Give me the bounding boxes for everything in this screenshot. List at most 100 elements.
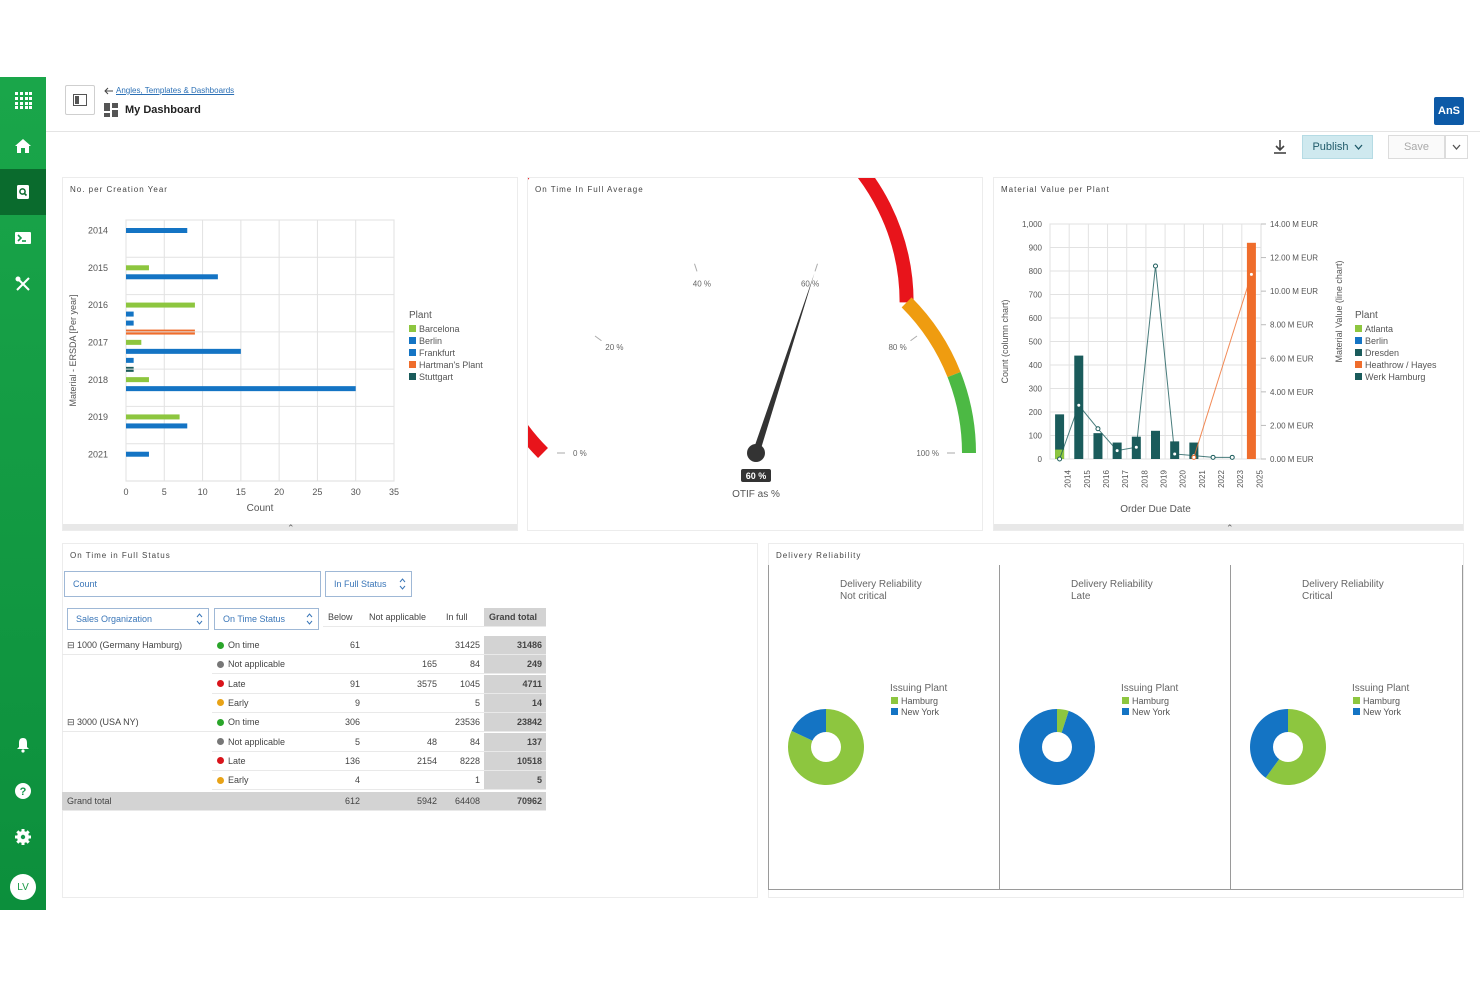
x-tick-label: 2025 bbox=[1255, 470, 1264, 488]
gauge-tick-label: 80 % bbox=[888, 343, 906, 352]
y-tick-label: 300 bbox=[1029, 385, 1043, 394]
tools-icon[interactable] bbox=[0, 261, 46, 307]
x-tick-label: 2016 bbox=[1102, 470, 1111, 488]
value-cell-text: 136 bbox=[344, 755, 360, 766]
collapse-caret-icon[interactable]: ⌃ bbox=[287, 523, 295, 534]
legend-swatch bbox=[409, 361, 416, 368]
gauge-tick bbox=[910, 335, 918, 342]
column-bar bbox=[1151, 430, 1160, 459]
y-tick-label: 200 bbox=[1029, 408, 1043, 417]
data-field-count[interactable]: Count bbox=[64, 571, 321, 597]
value-cell-text: 5 bbox=[536, 775, 542, 786]
publish-button[interactable]: Publish bbox=[1302, 135, 1373, 159]
legend-swatch bbox=[1355, 373, 1362, 380]
gauge-value-label: 60 % bbox=[746, 471, 767, 481]
status-dot-icon bbox=[217, 776, 224, 784]
column-header-text: Below bbox=[328, 612, 353, 622]
x-axis-title: Count bbox=[247, 503, 274, 514]
legend-label: Frankfurt bbox=[419, 348, 456, 358]
row-field-on-time-status[interactable]: On Time Status bbox=[214, 608, 319, 630]
value-cell-text: 10518 bbox=[516, 755, 542, 766]
y2-tick-label: 6.00 M EUR bbox=[1270, 354, 1314, 363]
legend-swatch bbox=[1355, 337, 1362, 344]
column-header-text: Not applicable bbox=[369, 612, 427, 622]
gauge-tick bbox=[694, 263, 698, 272]
grand-total-cell: 64408 bbox=[441, 792, 484, 811]
legend-swatch bbox=[1355, 361, 1362, 368]
bar bbox=[126, 320, 134, 326]
line-point bbox=[1076, 402, 1082, 408]
value-cell bbox=[364, 771, 441, 791]
notifications-bell-icon[interactable] bbox=[0, 722, 46, 768]
y2-tick-label: 8.00 M EUR bbox=[1270, 321, 1314, 330]
legend-title: Plant bbox=[1355, 310, 1378, 321]
status-dot-icon bbox=[217, 680, 224, 688]
status-dot-icon bbox=[217, 738, 224, 745]
sort-arrows-icon bbox=[399, 578, 406, 590]
apps-grid-icon[interactable] bbox=[0, 77, 46, 123]
status-label-text: Not applicable bbox=[228, 659, 286, 670]
legend-title: Issuing Plant bbox=[1121, 683, 1178, 694]
material-value-chart: 0 100 200 300 400 500 600 700 800 900 1,000 0.00 M … bbox=[1000, 220, 1437, 515]
legend-title: Issuing Plant bbox=[1352, 683, 1409, 694]
value-cell-text: 5 bbox=[354, 736, 360, 747]
row-field-sales-org[interactable]: Sales Organization bbox=[67, 608, 209, 630]
breadcrumb[interactable]: Angles, Templates & Dashboards bbox=[104, 86, 234, 95]
status-label-text: Late bbox=[228, 678, 246, 689]
bar bbox=[126, 357, 134, 363]
legend-swatch bbox=[409, 349, 416, 356]
header: Angles, Templates & Dashboards My Dashbo… bbox=[46, 77, 1480, 132]
legend-label: Berlin bbox=[1365, 336, 1388, 346]
legend-swatch bbox=[409, 373, 416, 380]
column-field-in-full-status[interactable]: In Full Status bbox=[325, 571, 412, 597]
sort-arrows-icon bbox=[196, 613, 203, 625]
value-cell: 61 bbox=[323, 636, 364, 655]
terminal-icon[interactable] bbox=[0, 215, 46, 261]
column-header: In full bbox=[441, 608, 484, 627]
x-tick-label: 2019 bbox=[1160, 470, 1169, 488]
panel-otif-average: On Time In Full Average 0 % 20 % 40 % 60 % 8… bbox=[527, 177, 983, 531]
y2-tick-label: 2.00 M EUR bbox=[1270, 421, 1314, 430]
status-dot-icon bbox=[217, 660, 224, 668]
y-axis-title: Material - ERSDA [Per year] bbox=[68, 294, 78, 406]
home-icon[interactable] bbox=[0, 123, 46, 169]
x-tick-label: 2014 bbox=[1064, 470, 1073, 488]
save-options-button[interactable] bbox=[1445, 135, 1468, 159]
chevron-down-icon bbox=[1452, 144, 1461, 150]
settings-gear-icon[interactable] bbox=[0, 814, 46, 860]
legend-swatch bbox=[1122, 697, 1129, 704]
grand-total-cell: 612 bbox=[323, 792, 364, 811]
x-tick-label: 30 bbox=[351, 487, 361, 497]
grand-total-cell: 70962 bbox=[484, 792, 546, 811]
value-cell: 84 bbox=[441, 733, 484, 752]
pie-subtitle: Not critical bbox=[840, 591, 887, 602]
value-cell-text: 4711 bbox=[522, 678, 542, 689]
y2-tick-label: 0.00 M EUR bbox=[1270, 455, 1314, 464]
legend-swatch bbox=[1355, 349, 1362, 356]
panel-toggle-button[interactable] bbox=[65, 85, 95, 115]
pie-title: Delivery Reliability bbox=[840, 579, 922, 590]
status-label: Not applicable bbox=[212, 733, 323, 752]
gauge-tick-label: 100 % bbox=[916, 449, 939, 458]
legend-swatch bbox=[891, 697, 898, 704]
legend-swatch bbox=[409, 337, 416, 344]
y-tick-label: 900 bbox=[1029, 244, 1043, 253]
legend-title: Issuing Plant bbox=[890, 683, 947, 694]
status-label: On time bbox=[212, 713, 323, 733]
gauge-hub bbox=[747, 444, 765, 462]
grand-total-label: Grand total bbox=[62, 792, 323, 811]
bar bbox=[126, 302, 195, 308]
user-avatar[interactable]: LV bbox=[0, 864, 46, 910]
help-icon[interactable]: ? bbox=[0, 768, 46, 814]
y2-tick-label: 10.00 M EUR bbox=[1270, 287, 1318, 296]
collapse-caret-icon[interactable]: ⌃ bbox=[1226, 523, 1234, 534]
save-button[interactable]: Save bbox=[1388, 135, 1445, 159]
breadcrumb-link[interactable]: Angles, Templates & Dashboards bbox=[116, 86, 234, 95]
search-document-icon[interactable] bbox=[0, 169, 46, 215]
y-tick-label: 2021 bbox=[88, 449, 108, 459]
y2-tick-label: 12.00 M EUR bbox=[1270, 254, 1318, 263]
gauge-needle bbox=[752, 273, 815, 455]
row-field-label: On Time Status bbox=[223, 614, 286, 624]
download-icon[interactable] bbox=[1272, 138, 1288, 156]
y2-tick-label: 4.00 M EUR bbox=[1270, 388, 1314, 397]
